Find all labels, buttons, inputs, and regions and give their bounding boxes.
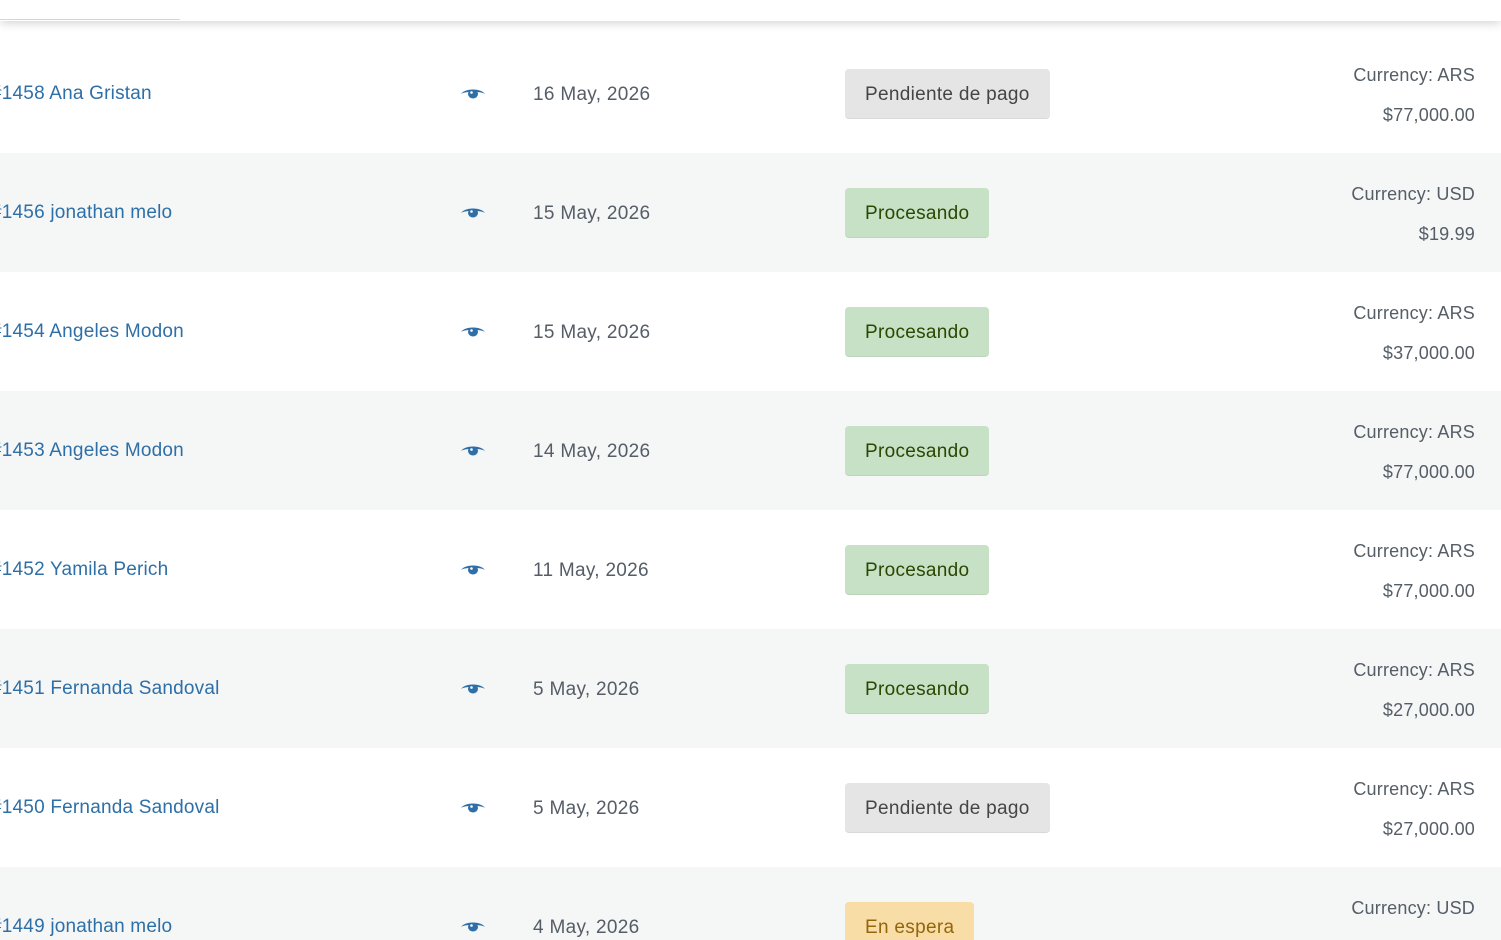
order-date: 16 May, 2026 — [533, 84, 651, 105]
table-row: #1456 jonathan melo 15 May, 2026 Procesa… — [0, 153, 1501, 272]
eye-icon[interactable] — [461, 87, 485, 101]
order-link[interactable]: #1456 jonathan melo — [0, 153, 172, 272]
order-number: #1456 — [0, 202, 45, 223]
order-amount: $27,000.00 — [1382, 700, 1475, 720]
eye-icon[interactable] — [461, 206, 485, 220]
order-link[interactable]: #1454 Angeles Modon — [0, 272, 184, 391]
status-badge: Pendiente de pago — [845, 783, 1050, 833]
eye-icon[interactable] — [461, 920, 485, 934]
order-amount: $77,000.00 — [1382, 581, 1475, 601]
order-currency: Currency: ARS — [1353, 660, 1475, 680]
order-link[interactable]: #1452 Yamila Perich — [0, 510, 168, 629]
order-customer: Yamila Perich — [49, 559, 169, 580]
order-customer: Fernanda Sandoval — [50, 678, 220, 699]
status-badge: Procesando — [845, 545, 990, 595]
status-badge: Pendiente de pago — [845, 69, 1050, 119]
order-amount: $37,000.00 — [1382, 343, 1475, 363]
order-number: #1450 — [0, 797, 45, 818]
order-currency: Currency: ARS — [1353, 779, 1475, 799]
order-customer: Angeles Modon — [49, 321, 184, 342]
order-link[interactable]: #1453 Angeles Modon — [0, 391, 184, 510]
table-row: #1453 Angeles Modon 14 May, 2026 Procesa… — [0, 391, 1501, 510]
top-bar — [0, 0, 1501, 21]
order-customer: Ana Gristan — [49, 83, 152, 104]
order-number: #1449 — [0, 916, 45, 937]
eye-icon[interactable] — [461, 444, 485, 458]
status-badge: Procesando — [845, 307, 990, 357]
order-currency: Currency: ARS — [1353, 65, 1475, 85]
status-badge: Procesando — [845, 188, 990, 238]
table-row: #1454 Angeles Modon 15 May, 2026 Procesa… — [0, 272, 1501, 391]
order-customer: jonathan melo — [50, 202, 173, 223]
table-row: #1452 Yamila Perich 11 May, 2026 Procesa… — [0, 510, 1501, 629]
order-amount: $19.99 — [1418, 224, 1475, 244]
order-amount: $77,000.00 — [1382, 462, 1475, 482]
order-date: 5 May, 2026 — [533, 798, 640, 819]
order-link[interactable]: #1458 Ana Gristan — [0, 34, 152, 153]
eye-icon[interactable] — [461, 801, 485, 815]
status-badge: Procesando — [845, 664, 990, 714]
table-row: #1451 Fernanda Sandoval 5 May, 2026 Proc… — [0, 629, 1501, 748]
order-customer: jonathan melo — [50, 916, 173, 937]
order-number: #1451 — [0, 678, 45, 699]
table-row: #1458 Ana Gristan 16 May, 2026 Pendiente… — [0, 34, 1501, 153]
table-row: #1449 jonathan melo 4 May, 2026 En esper… — [0, 867, 1501, 940]
order-amount: $77,000.00 — [1382, 105, 1475, 125]
order-number: #1452 — [0, 559, 45, 580]
order-currency: Currency: USD — [1351, 184, 1475, 204]
order-link[interactable]: #1449 jonathan melo — [0, 867, 172, 940]
order-customer: Fernanda Sandoval — [50, 797, 220, 818]
order-date: 5 May, 2026 — [533, 679, 640, 700]
order-customer: Angeles Modon — [49, 440, 184, 461]
order-date: 15 May, 2026 — [533, 322, 651, 343]
order-amount: $27,000.00 — [1382, 819, 1475, 839]
order-link[interactable]: #1450 Fernanda Sandoval — [0, 748, 220, 867]
top-bar-tab-underline — [0, 19, 180, 20]
order-number: #1453 — [0, 440, 45, 461]
order-number: #1454 — [0, 321, 45, 342]
orders-table: #1458 Ana Gristan 16 May, 2026 Pendiente… — [0, 34, 1501, 940]
order-date: 14 May, 2026 — [533, 441, 651, 462]
eye-icon[interactable] — [461, 682, 485, 696]
order-currency: Currency: ARS — [1353, 422, 1475, 442]
order-number: #1458 — [0, 83, 45, 104]
status-badge: Procesando — [845, 426, 990, 476]
order-link[interactable]: #1451 Fernanda Sandoval — [0, 629, 220, 748]
order-date: 11 May, 2026 — [533, 560, 649, 581]
status-badge: En espera — [845, 902, 975, 940]
eye-icon[interactable] — [461, 563, 485, 577]
eye-icon[interactable] — [461, 325, 485, 339]
order-currency: Currency: ARS — [1353, 303, 1475, 323]
order-currency: Currency: ARS — [1353, 541, 1475, 561]
order-date: 15 May, 2026 — [533, 203, 651, 224]
table-row: #1450 Fernanda Sandoval 5 May, 2026 Pend… — [0, 748, 1501, 867]
order-date: 4 May, 2026 — [533, 917, 640, 938]
orders-page: #1458 Ana Gristan 16 May, 2026 Pendiente… — [0, 0, 1501, 940]
order-currency: Currency: USD — [1351, 898, 1475, 918]
